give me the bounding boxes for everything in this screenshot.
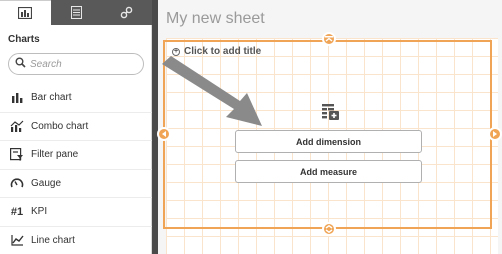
gauge-icon bbox=[9, 176, 25, 190]
list-item-label: Line chart bbox=[31, 234, 75, 246]
line-chart-icon bbox=[9, 233, 25, 247]
panel-tabs bbox=[0, 0, 152, 25]
search-icon bbox=[15, 55, 26, 73]
search-input[interactable] bbox=[30, 58, 130, 70]
tab-charts[interactable] bbox=[0, 0, 51, 25]
assets-panel: Charts Bar chart Combo chart Filter pane bbox=[0, 0, 152, 254]
bar-chart-icon bbox=[9, 91, 25, 105]
list-item-bar-chart[interactable]: Bar chart bbox=[0, 84, 152, 113]
list-item-filter-pane[interactable]: Filter pane bbox=[0, 141, 152, 170]
combo-chart-icon bbox=[9, 119, 25, 133]
add-data-icon bbox=[322, 104, 340, 125]
filter-pane-icon bbox=[9, 148, 25, 162]
tab-master-items[interactable] bbox=[101, 0, 152, 25]
list-item-label: Combo chart bbox=[31, 120, 89, 132]
search-box[interactable] bbox=[8, 53, 144, 75]
add-measure-button[interactable]: Add measure bbox=[235, 160, 422, 183]
chart-tab-icon bbox=[18, 7, 33, 19]
link-tab-icon bbox=[120, 6, 133, 19]
drag-arrow-icon bbox=[162, 56, 262, 126]
chart-list: Bar chart Combo chart Filter pane Gauge … bbox=[0, 84, 152, 254]
sheet-title[interactable]: My new sheet bbox=[166, 10, 265, 28]
list-item-label: KPI bbox=[31, 206, 48, 218]
list-item-kpi[interactable]: #1 KPI bbox=[0, 198, 152, 227]
list-item-line-chart[interactable]: Line chart bbox=[0, 227, 152, 254]
kpi-icon: #1 bbox=[10, 205, 24, 218]
list-item-label: Gauge bbox=[31, 177, 62, 189]
list-item-gauge[interactable]: Gauge bbox=[0, 170, 152, 198]
resize-handle-top[interactable] bbox=[322, 32, 336, 46]
list-item-label: Bar chart bbox=[31, 92, 72, 104]
resize-handle-bottom[interactable] bbox=[322, 222, 336, 236]
list-item-combo-chart[interactable]: Combo chart bbox=[0, 113, 152, 141]
tab-fields[interactable] bbox=[51, 0, 102, 25]
list-tab-icon bbox=[70, 6, 82, 19]
add-dimension-button[interactable]: Add dimension bbox=[235, 130, 422, 153]
resize-handle-right[interactable] bbox=[488, 127, 502, 141]
section-title: Charts bbox=[8, 34, 40, 45]
list-item-label: Filter pane bbox=[31, 149, 79, 161]
